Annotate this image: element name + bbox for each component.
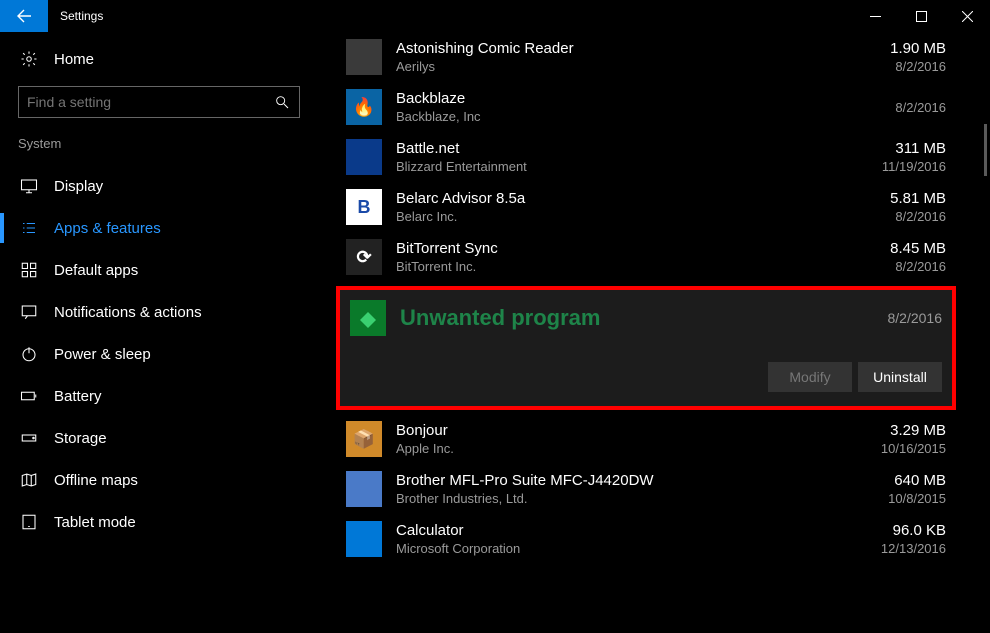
sidebar-item-power-sleep[interactable]: Power & sleep (18, 333, 320, 375)
app-icon (346, 139, 382, 175)
selected-app-name: Unwanted program (400, 305, 874, 331)
app-size: 1.90 MB (846, 40, 946, 58)
app-size: 3.29 MB (846, 422, 946, 440)
app-row[interactable]: CalculatorMicrosoft Corporation 96.0 KB12… (336, 514, 956, 564)
sidebar-item-battery[interactable]: Battery (18, 375, 320, 417)
app-date: 11/19/2016 (846, 158, 946, 175)
app-size: 311 MB (846, 140, 946, 158)
app-size: 5.81 MB (846, 190, 946, 208)
app-row[interactable]: 🔥 BackblazeBackblaze, Inc 8/2/2016 (336, 82, 956, 132)
app-size: 8.45 MB (846, 240, 946, 258)
scrollbar-thumb[interactable] (984, 124, 987, 176)
close-button[interactable] (944, 0, 990, 32)
app-publisher: Microsoft Corporation (396, 540, 832, 557)
app-publisher: BitTorrent Inc. (396, 258, 832, 275)
sidebar-item-label: Tablet mode (54, 514, 136, 531)
settings-search[interactable] (18, 86, 300, 118)
app-publisher: Backblaze, Inc (396, 108, 832, 125)
app-row[interactable]: Astonishing Comic ReaderAerilys 1.90 MB8/… (336, 32, 956, 82)
app-name: Bonjour (396, 422, 832, 440)
app-icon: ⟳ (346, 239, 382, 275)
app-publisher: Apple Inc. (396, 440, 832, 457)
selected-app-panel[interactable]: Unwanted program 8/2/2016 Modify Uninsta… (340, 290, 952, 406)
app-icon (346, 471, 382, 507)
list-icon (20, 219, 38, 237)
uninstall-button[interactable]: Uninstall (858, 362, 942, 392)
app-date: 10/8/2015 (846, 490, 946, 507)
app-name: Belarc Advisor 8.5a (396, 190, 832, 208)
app-icon (346, 521, 382, 557)
app-date: 8/2/2016 (846, 58, 946, 75)
app-row[interactable]: ⟳ BitTorrent SyncBitTorrent Inc. 8.45 MB8/… (336, 232, 956, 282)
app-row[interactable]: Brother MFL-Pro Suite MFC-J4420DWBrother… (336, 464, 956, 514)
sidebar-item-tablet-mode[interactable]: Tablet mode (18, 501, 320, 543)
message-icon (20, 303, 38, 321)
search-input[interactable] (27, 94, 273, 110)
app-date: 8/2/2016 (846, 258, 946, 275)
sidebar-item-storage[interactable]: Storage (18, 417, 320, 459)
sidebar-item-apps-features[interactable]: Apps & features (18, 207, 320, 249)
sidebar-item-label: Notifications & actions (54, 304, 202, 321)
grid-icon (20, 261, 38, 279)
app-row[interactable]: 📦 BonjourApple Inc. 3.29 MB10/16/2015 (336, 414, 956, 464)
apps-features-content: Astonishing Comic ReaderAerilys1.90 MB8/… (320, 32, 990, 633)
app-name: Battle.net (396, 140, 832, 158)
app-icon: B (346, 189, 382, 225)
sidebar-item-label: Power & sleep (54, 346, 151, 363)
power-icon (20, 345, 38, 363)
sidebar-item-label: Display (54, 178, 103, 195)
battery-icon (20, 387, 38, 405)
selected-app-date: 8/2/2016 (888, 310, 943, 326)
sidebar-item-label: Storage (54, 430, 107, 447)
app-publisher: Belarc Inc. (396, 208, 832, 225)
gear-icon (20, 50, 38, 68)
sidebar-item-offline-maps[interactable]: Offline maps (18, 459, 320, 501)
tablet-icon (20, 513, 38, 531)
app-name: Backblaze (396, 90, 832, 108)
app-date: 8/2/2016 (846, 99, 946, 116)
app-icon: 📦 (346, 421, 382, 457)
highlight-border: Unwanted program 8/2/2016 Modify Uninsta… (336, 286, 956, 410)
sidebar-item-notifications[interactable]: Notifications & actions (18, 291, 320, 333)
map-icon (20, 471, 38, 489)
monitor-icon (20, 177, 38, 195)
app-size: 96.0 KB (846, 522, 946, 540)
sidebar-category: System (18, 136, 320, 151)
app-publisher: Aerilys (396, 58, 832, 75)
sidebar-home[interactable]: Home (18, 50, 320, 68)
app-date: 12/13/2016 (846, 540, 946, 557)
drive-icon (20, 429, 38, 447)
app-row[interactable]: Battle.netBlizzard Entertainment 311 MB11… (336, 132, 956, 182)
sidebar-item-display[interactable]: Display (18, 165, 320, 207)
sidebar-item-default-apps[interactable]: Default apps (18, 249, 320, 291)
sidebar-item-label: Default apps (54, 262, 138, 279)
back-button[interactable] (0, 0, 48, 32)
home-label: Home (54, 51, 94, 68)
app-publisher: Brother Industries, Ltd. (396, 490, 832, 507)
app-row[interactable]: B Belarc Advisor 8.5aBelarc Inc. 5.81 MB8/… (336, 182, 956, 232)
app-date: 8/2/2016 (846, 208, 946, 225)
app-icon: 🔥 (346, 89, 382, 125)
app-icon (350, 300, 386, 336)
app-size: 640 MB (846, 472, 946, 490)
app-date: 10/16/2015 (846, 440, 946, 457)
modify-button: Modify (768, 362, 852, 392)
settings-sidebar: Home System Display Apps & features Defa… (0, 32, 320, 633)
window-title: Settings (48, 0, 852, 32)
app-name: Brother MFL-Pro Suite MFC-J4420DW (396, 472, 832, 490)
app-name: BitTorrent Sync (396, 240, 832, 258)
sidebar-item-label: Apps & features (54, 220, 161, 237)
minimize-button[interactable] (852, 0, 898, 32)
search-icon (273, 93, 291, 111)
app-name: Calculator (396, 522, 832, 540)
sidebar-item-label: Offline maps (54, 472, 138, 489)
maximize-button[interactable] (898, 0, 944, 32)
sidebar-item-label: Battery (54, 388, 102, 405)
app-icon (346, 39, 382, 75)
app-publisher: Blizzard Entertainment (396, 158, 832, 175)
app-name: Astonishing Comic Reader (396, 40, 832, 58)
